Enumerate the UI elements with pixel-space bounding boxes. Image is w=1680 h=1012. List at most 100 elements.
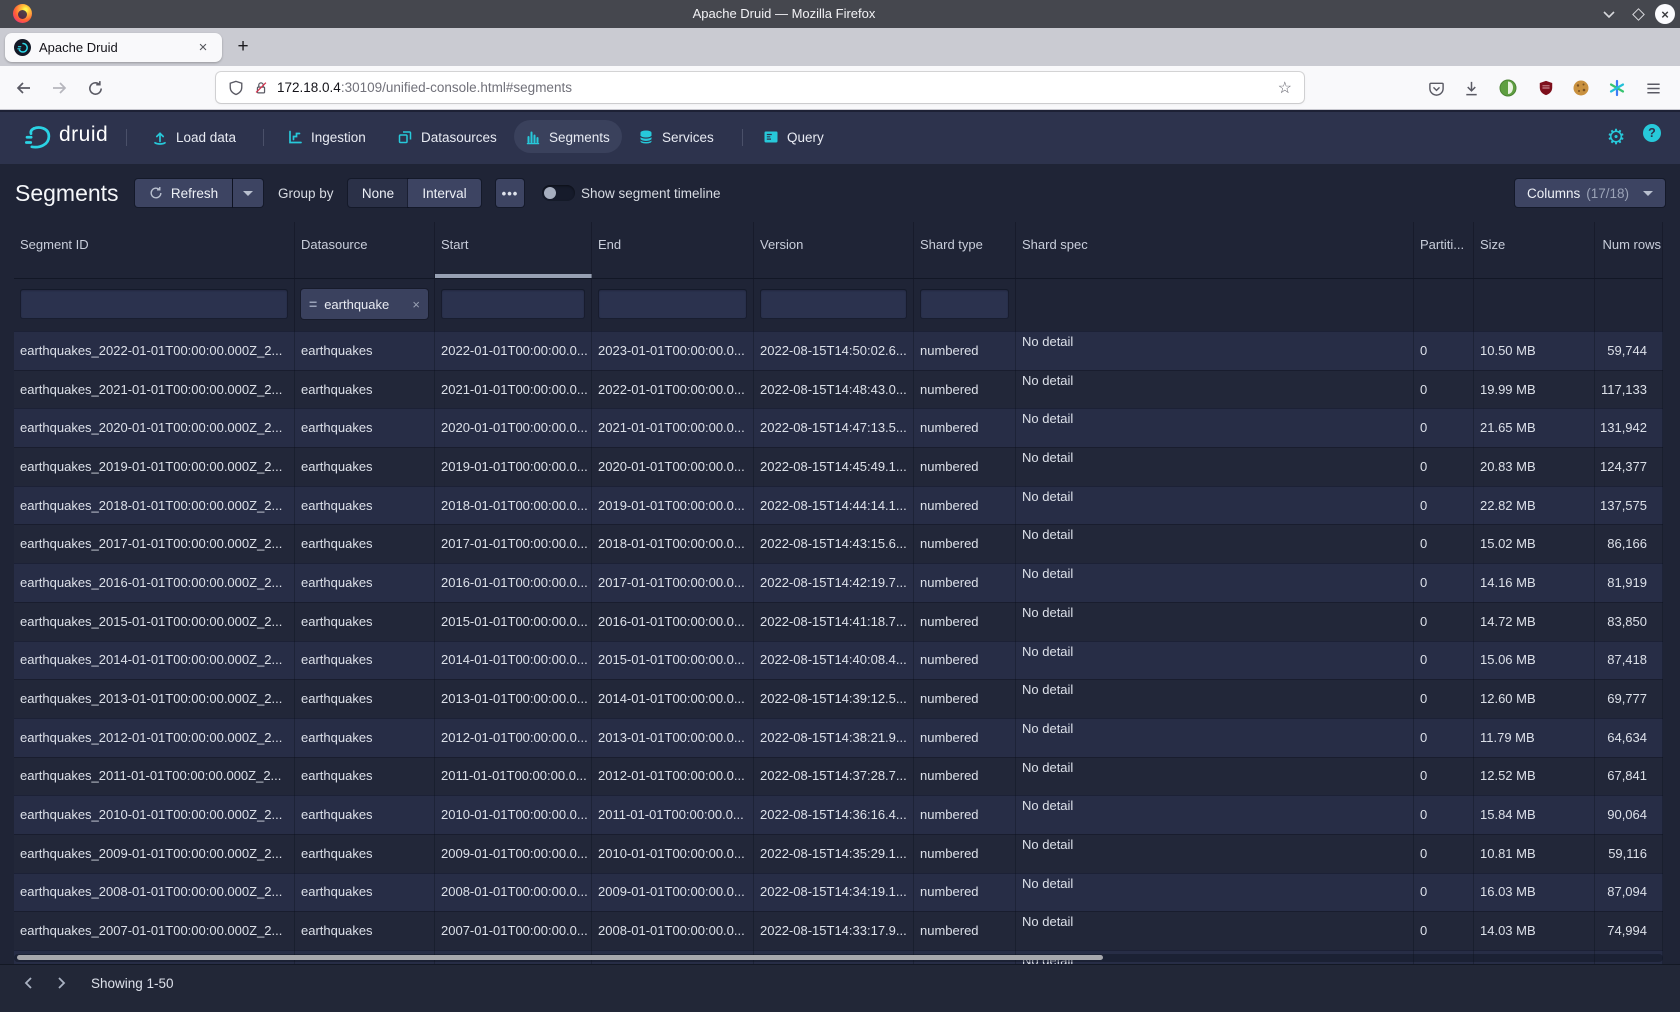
table-row[interactable]: earthquakes_2011-01-01T00:00:00.000Z_2..…	[14, 757, 1663, 796]
horizontal-scrollbar[interactable]	[14, 954, 1663, 962]
table-row[interactable]: earthquakes_2013-01-01T00:00:00.000Z_2..…	[14, 679, 1663, 718]
cell-shard-spec[interactable]: No detail	[1016, 408, 1414, 447]
tab-close-icon[interactable]: ×	[194, 39, 212, 56]
cell-datasource[interactable]: earthquakes	[295, 641, 435, 680]
cell-datasource[interactable]: earthquakes	[295, 486, 435, 525]
cell-datasource[interactable]: earthquakes	[295, 679, 435, 718]
cell-datasource[interactable]: earthquakes	[295, 911, 435, 950]
cell-datasource[interactable]: earthquakes	[295, 873, 435, 912]
cell-end[interactable]: 2019-01-01T00:00:00.0...	[592, 486, 754, 525]
cell-shard-type[interactable]: numbered	[914, 834, 1016, 873]
cell-start[interactable]: 2014-01-01T00:00:00.0...	[435, 641, 592, 680]
bookmark-star-icon[interactable]: ☆	[1278, 78, 1292, 98]
cell-start[interactable]: 2017-01-01T00:00:00.0...	[435, 524, 592, 563]
url-bar[interactable]: 172.18.0.4:30109/unified-console.html#se…	[216, 72, 1304, 103]
window-minimize-button[interactable]	[1602, 0, 1616, 28]
cell-num-rows[interactable]: 69,777	[1595, 679, 1663, 718]
pocket-icon[interactable]	[1424, 76, 1448, 100]
column-header-size[interactable]: Size	[1474, 222, 1595, 278]
cell-start[interactable]: 2019-01-01T00:00:00.0...	[435, 447, 592, 486]
cell-shard-spec[interactable]: No detail	[1016, 911, 1414, 950]
cell-size[interactable]: 22.82 MB	[1474, 486, 1595, 525]
cell-partition[interactable]: 0	[1414, 679, 1474, 718]
table-row[interactable]: earthquakes_2018-01-01T00:00:00.000Z_2..…	[14, 486, 1663, 525]
nav-segments[interactable]: Segments	[525, 110, 610, 164]
cell-start[interactable]: 2012-01-01T00:00:00.0...	[435, 718, 592, 757]
cell-shard-type[interactable]: numbered	[914, 486, 1016, 525]
cell-version[interactable]: 2022-08-15T14:45:49.1...	[754, 447, 914, 486]
cell-partition[interactable]: 0	[1414, 486, 1474, 525]
table-row[interactable]: earthquakes_2009-01-01T00:00:00.000Z_2..…	[14, 834, 1663, 873]
cell-shard-type[interactable]: numbered	[914, 370, 1016, 409]
browser-tab[interactable]: Apache Druid ×	[5, 33, 222, 62]
cell-num-rows[interactable]: 81,919	[1595, 563, 1663, 602]
filter-input-version[interactable]	[760, 289, 907, 319]
column-header-num-rows[interactable]: Num rows	[1595, 222, 1663, 278]
ublock-icon[interactable]	[1534, 76, 1558, 100]
cell-segment-id[interactable]: earthquakes_2019-01-01T00:00:00.000Z_2..…	[14, 447, 295, 486]
cell-version[interactable]: 2022-08-15T14:33:17.9...	[754, 911, 914, 950]
cell-num-rows[interactable]: 117,133	[1595, 370, 1663, 409]
cell-end[interactable]: 2023-01-01T00:00:00.0...	[592, 331, 754, 370]
cell-segment-id[interactable]: earthquakes_2015-01-01T00:00:00.000Z_2..…	[14, 602, 295, 641]
columns-button[interactable]: Columns (17/18)	[1515, 179, 1665, 207]
table-row[interactable]: earthquakes_2012-01-01T00:00:00.000Z_2..…	[14, 718, 1663, 757]
cell-size[interactable]: 19.99 MB	[1474, 370, 1595, 409]
cell-size[interactable]: 14.03 MB	[1474, 911, 1595, 950]
cell-shard-spec[interactable]: No detail	[1016, 524, 1414, 563]
cell-start[interactable]: 2015-01-01T00:00:00.0...	[435, 602, 592, 641]
previous-page-icon[interactable]	[22, 976, 36, 990]
cell-shard-type[interactable]: numbered	[914, 602, 1016, 641]
cell-partition[interactable]: 0	[1414, 602, 1474, 641]
table-row[interactable]: earthquakes_2022-01-01T00:00:00.000Z_2..…	[14, 331, 1663, 370]
cell-segment-id[interactable]: earthquakes_2012-01-01T00:00:00.000Z_2..…	[14, 718, 295, 757]
column-header-segment-id[interactable]: Segment ID	[14, 222, 295, 278]
cell-shard-spec[interactable]: No detail	[1016, 602, 1414, 641]
nav-ingestion[interactable]: Ingestion	[287, 110, 366, 164]
cell-num-rows[interactable]: 83,850	[1595, 602, 1663, 641]
cell-datasource[interactable]: earthquakes	[295, 331, 435, 370]
cell-num-rows[interactable]: 87,094	[1595, 873, 1663, 912]
group-by-none-button[interactable]: None	[348, 179, 408, 207]
cell-partition[interactable]: 0	[1414, 795, 1474, 834]
cell-end[interactable]: 2018-01-01T00:00:00.0...	[592, 524, 754, 563]
cell-datasource[interactable]: earthquakes	[295, 834, 435, 873]
cell-end[interactable]: 2012-01-01T00:00:00.0...	[592, 757, 754, 796]
cell-shard-spec[interactable]: No detail	[1016, 873, 1414, 912]
settings-gear-icon[interactable]: ⚙	[1604, 123, 1628, 151]
cell-size[interactable]: 14.72 MB	[1474, 602, 1595, 641]
cell-shard-type[interactable]: numbered	[914, 447, 1016, 486]
filter-input-shard-type[interactable]	[920, 289, 1009, 319]
cell-start[interactable]: 2007-01-01T00:00:00.0...	[435, 911, 592, 950]
cell-datasource[interactable]: earthquakes	[295, 524, 435, 563]
downloads-icon[interactable]	[1459, 76, 1483, 100]
cell-datasource[interactable]: earthquakes	[295, 718, 435, 757]
cell-end[interactable]: 2013-01-01T00:00:00.0...	[592, 718, 754, 757]
cell-shard-type[interactable]: numbered	[914, 795, 1016, 834]
nav-services[interactable]: Services	[638, 110, 714, 164]
cell-size[interactable]: 15.84 MB	[1474, 795, 1595, 834]
cell-num-rows[interactable]: 64,634	[1595, 718, 1663, 757]
help-icon[interactable]: ?	[1643, 124, 1661, 142]
cell-version[interactable]: 2022-08-15T14:40:08.4...	[754, 641, 914, 680]
cell-shard-type[interactable]: numbered	[914, 641, 1016, 680]
cell-num-rows[interactable]: 124,377	[1595, 447, 1663, 486]
cell-segment-id[interactable]: earthquakes_2008-01-01T00:00:00.000Z_2..…	[14, 873, 295, 912]
cell-partition[interactable]: 0	[1414, 447, 1474, 486]
datasource-filter-tag[interactable]: =earthquake×	[301, 289, 428, 319]
back-icon[interactable]	[11, 76, 35, 100]
cell-num-rows[interactable]: 59,744	[1595, 331, 1663, 370]
cell-num-rows[interactable]: 86,166	[1595, 524, 1663, 563]
cell-version[interactable]: 2022-08-15T14:50:02.6...	[754, 331, 914, 370]
cell-shard-type[interactable]: numbered	[914, 757, 1016, 796]
column-header-partition[interactable]: Partiti...	[1414, 222, 1474, 278]
cell-end[interactable]: 2011-01-01T00:00:00.0...	[592, 795, 754, 834]
cell-partition[interactable]: 0	[1414, 331, 1474, 370]
refresh-dropdown-button[interactable]	[233, 179, 263, 207]
filter-input-segment-id[interactable]	[20, 289, 288, 319]
privacy-badger-icon[interactable]	[1496, 76, 1520, 100]
nav-datasources[interactable]: Datasources	[397, 110, 497, 164]
filter-input-end[interactable]	[598, 289, 747, 319]
table-row[interactable]: earthquakes_2008-01-01T00:00:00.000Z_2..…	[14, 873, 1663, 912]
scrollbar-thumb[interactable]	[17, 955, 1103, 960]
